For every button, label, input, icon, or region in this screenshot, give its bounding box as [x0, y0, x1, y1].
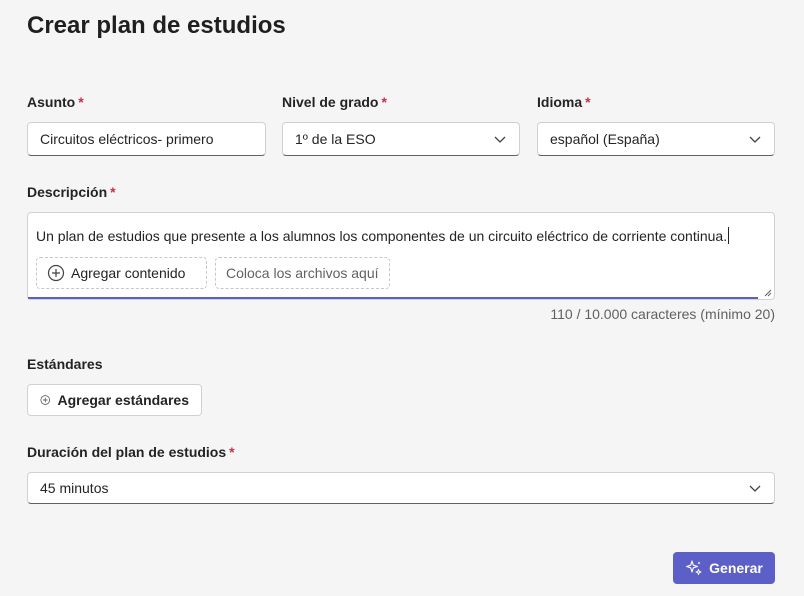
- required-mark: *: [78, 94, 84, 110]
- add-standards-button[interactable]: Agregar estándares: [27, 384, 202, 416]
- grade-label-text: Nivel de grado: [282, 94, 379, 110]
- duration-label: Duración del plan de estudios *: [27, 444, 235, 460]
- language-label-text: Idioma: [537, 94, 583, 110]
- add-standards-label: Agregar estándares: [57, 392, 189, 408]
- page-title: Crear plan de estudios: [27, 12, 286, 39]
- add-content-button[interactable]: Agregar contenido: [36, 257, 207, 289]
- grade-select[interactable]: 1º de la ESO: [282, 122, 520, 156]
- grade-label: Nivel de grado *: [282, 94, 387, 110]
- description-value: Un plan de estudios que presente a los a…: [36, 228, 728, 244]
- sparkle-icon: [686, 560, 702, 575]
- drop-files-zone[interactable]: Coloca los archivos aquí: [215, 257, 390, 289]
- subject-label-text: Asunto: [27, 94, 76, 110]
- drop-files-label: Coloca los archivos aquí: [226, 265, 379, 281]
- standards-label: Estándares: [27, 356, 103, 372]
- chevron-down-icon: [749, 485, 761, 492]
- add-circle-icon: [40, 395, 50, 405]
- chevron-down-icon: [494, 136, 506, 143]
- duration-value: 45 minutos: [40, 480, 109, 496]
- subject-label: Asunto *: [27, 94, 84, 110]
- focus-underline: [28, 297, 758, 299]
- lesson-plan-form: Crear plan de estudios Asunto * Circuitos…: [0, 0, 804, 596]
- chevron-down-icon: [749, 136, 761, 143]
- description-text: Un plan de estudios que presente a los a…: [36, 227, 730, 244]
- subject-value: Circuitos eléctricos- primero: [40, 131, 214, 147]
- required-mark: *: [110, 184, 116, 200]
- duration-select[interactable]: 45 minutos: [27, 472, 775, 504]
- duration-label-text: Duración del plan de estudios: [27, 444, 227, 460]
- language-label: Idioma *: [537, 94, 591, 110]
- add-circle-icon: [47, 264, 65, 282]
- character-counter: 110 / 10.000 caracteres (mínimo 20): [550, 306, 775, 322]
- required-mark: *: [585, 94, 591, 110]
- generate-label: Generar: [709, 560, 763, 576]
- resize-grip-icon[interactable]: [764, 289, 772, 297]
- description-label-text: Descripción: [27, 184, 108, 200]
- language-select[interactable]: español (España): [537, 122, 775, 156]
- generate-button[interactable]: Generar: [673, 552, 775, 584]
- description-textarea[interactable]: Un plan de estudios que presente a los a…: [27, 212, 775, 300]
- grade-value: 1º de la ESO: [295, 131, 376, 147]
- required-mark: *: [381, 94, 387, 110]
- description-label: Descripción *: [27, 184, 116, 200]
- required-mark: *: [229, 444, 235, 460]
- subject-input[interactable]: Circuitos eléctricos- primero: [27, 122, 266, 156]
- language-value: español (España): [550, 131, 660, 147]
- text-caret: [728, 227, 730, 244]
- add-content-label: Agregar contenido: [71, 265, 186, 281]
